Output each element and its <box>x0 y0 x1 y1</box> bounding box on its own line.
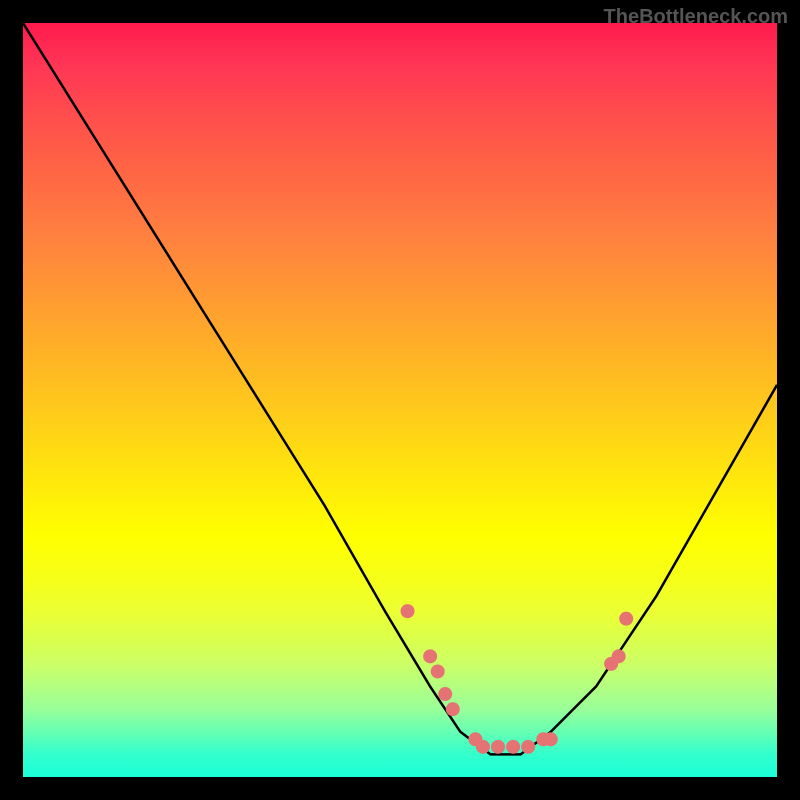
watermark-text: TheBottleneck.com <box>604 6 788 29</box>
bottleneck-curve <box>23 23 777 754</box>
data-point <box>544 732 558 746</box>
chart-svg <box>23 23 777 777</box>
data-point <box>431 664 445 678</box>
data-point <box>401 604 415 618</box>
chart-plot-area <box>23 23 777 777</box>
data-point <box>612 649 626 663</box>
data-point <box>491 740 505 754</box>
data-point <box>446 702 460 716</box>
data-point <box>506 740 520 754</box>
data-point <box>619 612 633 626</box>
data-point <box>476 740 490 754</box>
data-point <box>521 740 535 754</box>
data-point <box>438 687 452 701</box>
data-point <box>423 649 437 663</box>
scatter-points-group <box>401 604 634 754</box>
